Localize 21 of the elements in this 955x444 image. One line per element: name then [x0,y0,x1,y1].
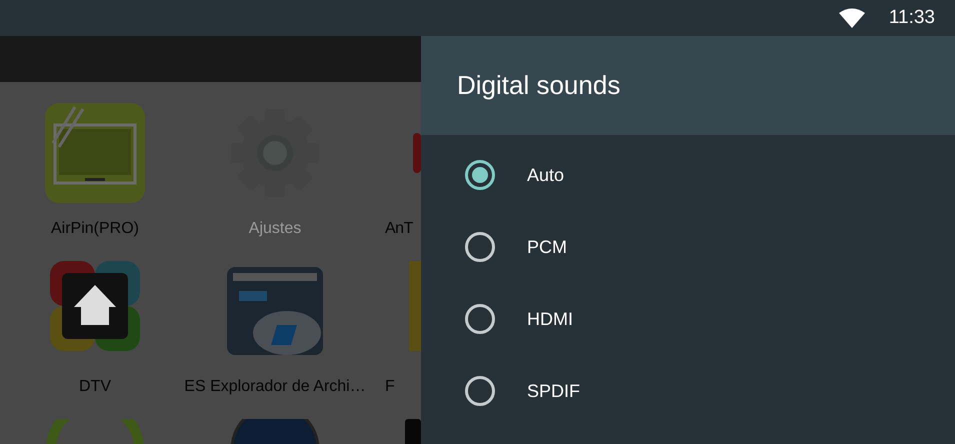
option-label[interactable]: PCM [527,234,567,260]
clock: 11:33 [888,6,935,30]
radio-button[interactable] [465,304,495,334]
option-label[interactable]: Auto [527,162,564,188]
app-label[interactable]: AnT [385,217,413,241]
app-icon[interactable] [230,419,320,444]
option-label[interactable]: HDMI [527,306,573,332]
app-icon[interactable] [405,419,421,444]
app-label[interactable]: DTV [79,375,111,399]
panel-title: Digital sounds [421,36,955,135]
app-icon[interactable] [45,103,145,203]
app-icon[interactable] [45,419,145,444]
app-label[interactable]: F [385,375,394,399]
app-label[interactable]: Ajustes [248,217,302,241]
radio-button[interactable] [465,376,495,406]
app-label[interactable]: AirPin(PRO) [50,217,139,241]
wifi-icon [838,8,865,28]
app-label[interactable]: ES Explorador de Archi… [184,375,366,399]
radio-button[interactable] [465,160,495,190]
radio-button[interactable] [465,232,495,262]
option-label[interactable]: SPDIF [527,378,580,404]
